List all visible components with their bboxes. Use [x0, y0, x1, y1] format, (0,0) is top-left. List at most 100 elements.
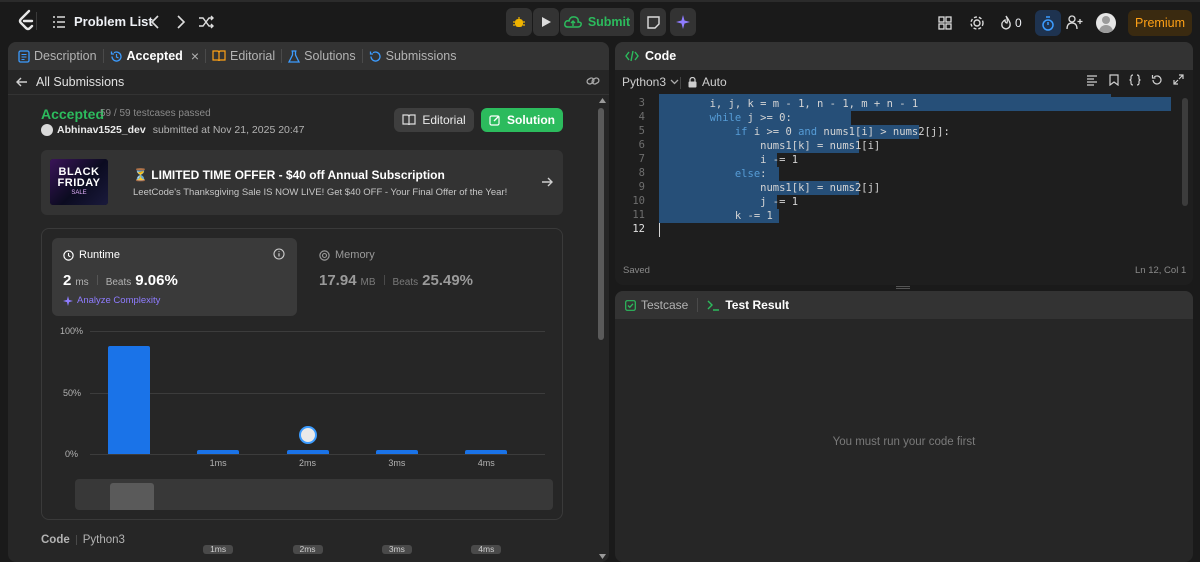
code-editor[interactable]: 3 i, j, k = m - 1, n - 1, m + n - 1 4 whi… — [615, 94, 1193, 264]
range-slider-label: 2ms — [292, 545, 323, 554]
link-icon[interactable] — [586, 75, 600, 87]
tab-description[interactable]: Description — [12, 42, 103, 70]
tab-editorial[interactable]: Editorial — [206, 42, 281, 70]
add-friend-icon[interactable] — [1066, 15, 1083, 30]
list-icon — [52, 15, 66, 28]
divider — [383, 275, 385, 285]
tab-solutions[interactable]: Solutions — [282, 42, 361, 70]
code-line: i, j, k = m - 1, n - 1, m + n - 1 — [659, 98, 919, 110]
auto-mode[interactable]: Auto — [688, 75, 727, 89]
runtime-beats: 9.06% — [135, 272, 178, 289]
runtime-card[interactable]: Runtime 2 ms Beats 9.06% Analyze Complex… — [52, 238, 297, 316]
all-submissions-link[interactable]: All Submissions — [16, 75, 124, 89]
promo-subtitle: LeetCode's Thanksgiving Sale IS NOW LIVE… — [133, 187, 508, 198]
solution-button-label: Solution — [507, 113, 555, 127]
user-avatar[interactable] — [41, 124, 53, 136]
line-number: 4 — [638, 111, 645, 123]
info-icon[interactable] — [273, 248, 285, 260]
solution-button[interactable]: Solution — [481, 108, 563, 132]
notes-button[interactable] — [640, 8, 666, 36]
code-line: k -= 1 — [659, 210, 773, 222]
scroll-down-icon[interactable] — [599, 554, 606, 559]
ai-assist-button[interactable] — [670, 8, 696, 36]
shuffle-icon[interactable] — [198, 15, 214, 29]
bookmark-icon[interactable] — [1109, 74, 1119, 86]
code-line: nums1[k] = nums2[j] — [659, 182, 881, 194]
memory-beats: 25.49% — [422, 272, 473, 289]
memory-value-row: 17.94 MB Beats 25.49% — [319, 272, 473, 289]
text-cursor — [659, 223, 660, 237]
premium-button[interactable]: Premium — [1128, 10, 1192, 36]
note-icon — [646, 15, 660, 29]
language-select[interactable]: Python3 — [622, 75, 679, 89]
line-number: 5 — [638, 125, 645, 137]
bug-icon — [512, 15, 526, 29]
braces-icon[interactable] — [1129, 74, 1141, 86]
runtime-unit: ms — [75, 277, 89, 288]
history-icon — [369, 50, 382, 63]
cursor-position: Ln 12, Col 1 — [1135, 265, 1187, 276]
close-tab-icon[interactable]: × — [191, 48, 199, 64]
leetcode-logo-icon[interactable] — [16, 9, 36, 31]
next-problem-icon[interactable] — [176, 15, 186, 29]
tab-testcase[interactable]: Testcase — [625, 298, 688, 312]
cloud-upload-icon — [563, 15, 582, 29]
memory-label: Memory — [335, 249, 375, 261]
code-editor-panel: Code Python3 Auto 3 i, j, k = m - 1, n -… — [615, 42, 1193, 285]
clock-icon — [63, 249, 74, 261]
top-navbar: Problem List Submit 0 Premium — [0, 0, 1200, 42]
sparkle-icon — [63, 295, 73, 306]
memory-card[interactable]: Memory 17.94 MB Beats 25.49% — [308, 238, 553, 316]
flask-icon — [288, 49, 301, 63]
reset-icon[interactable] — [1151, 74, 1163, 86]
run-button[interactable] — [533, 8, 559, 36]
test-result-panel: Testcase Test Result You must run your c… — [615, 291, 1193, 562]
edit-icon — [489, 114, 501, 126]
promo-image-line2: FRIDAY — [57, 177, 101, 189]
code-section-header: Code Python3 — [41, 534, 125, 546]
line-number: 12 — [632, 223, 645, 235]
scrollbar[interactable] — [597, 96, 606, 562]
settings-gear-icon[interactable] — [969, 15, 985, 31]
code-panel-header: Code — [615, 42, 1193, 70]
tab-test-result[interactable]: Test Result — [707, 298, 789, 312]
code-line: nums1[k] = nums1[i] — [659, 140, 881, 152]
runtime-value: 2 — [63, 272, 72, 289]
tab-submissions[interactable]: Submissions — [363, 42, 463, 70]
tab-accepted[interactable]: Accepted × — [104, 42, 205, 70]
promo-banner[interactable]: BLACK FRIDAY SALE ⏳ LIMITED TIME OFFER -… — [41, 150, 563, 215]
range-slider[interactable] — [75, 479, 553, 510]
divider — [36, 12, 37, 30]
divider — [680, 77, 681, 89]
editorial-button-label: Editorial — [422, 113, 466, 127]
chevron-down-icon — [670, 79, 679, 85]
analyze-complexity-link[interactable]: Analyze Complexity — [63, 295, 160, 306]
tab-accepted-label: Accepted — [126, 49, 183, 63]
line-number: 6 — [638, 139, 645, 151]
scroll-up-icon[interactable] — [599, 98, 606, 103]
tab-solutions-label: Solutions — [304, 49, 356, 63]
problem-list-label: Problem List — [74, 14, 153, 29]
black-friday-image: BLACK FRIDAY SALE — [50, 159, 108, 205]
prev-problem-icon[interactable] — [150, 15, 160, 29]
resize-handle[interactable] — [896, 286, 910, 289]
avatar[interactable] — [1096, 13, 1116, 33]
scrollbar-thumb[interactable] — [598, 108, 604, 340]
range-slider-label: 4ms — [471, 545, 502, 554]
expand-icon[interactable] — [1173, 74, 1184, 85]
timer-button[interactable] — [1035, 10, 1061, 36]
format-icon[interactable] — [1086, 75, 1098, 86]
checkbox-icon — [625, 299, 636, 311]
premium-label: Premium — [1134, 16, 1185, 30]
debug-button[interactable] — [506, 8, 532, 36]
streak-counter[interactable]: 0 — [1000, 15, 1022, 30]
problem-list-link[interactable]: Problem List — [52, 14, 153, 29]
streak-count: 0 — [1015, 15, 1022, 30]
submit-button[interactable]: Submit — [560, 8, 634, 36]
layout-icon[interactable] — [938, 16, 952, 30]
editorial-button[interactable]: Editorial — [394, 108, 474, 132]
code-line: i -= 1 — [659, 154, 799, 166]
username[interactable]: Abhinav1525_dev — [57, 124, 146, 136]
status-accepted: Accepted — [41, 106, 105, 122]
editor-scrollbar-thumb[interactable] — [1182, 98, 1188, 206]
